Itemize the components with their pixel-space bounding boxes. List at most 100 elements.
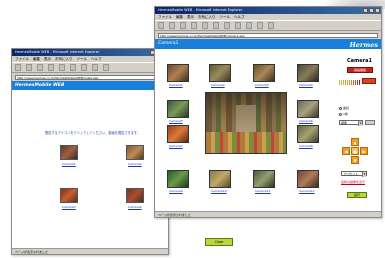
page-banner: HermesMobile WEB [12, 81, 168, 90]
back-icon[interactable] [158, 22, 164, 29]
camera-thumbnail[interactable] [167, 100, 189, 118]
menu-help[interactable]: ヘルプ [91, 56, 102, 62]
camera-link[interactable]: Camera12 [299, 189, 315, 193]
mail-icon[interactable] [246, 22, 252, 29]
maximize-button[interactable] [369, 8, 374, 13]
favorites-icon[interactable] [81, 64, 87, 71]
address-bar: http://www.hermes.co.jp/HermesMobileWEB/… [155, 31, 381, 39]
menu-file[interactable]: ファイル [158, 14, 172, 20]
radio-dot[interactable] [339, 106, 342, 110]
menu-favorites[interactable]: お気に入り [198, 14, 216, 20]
camera-link[interactable]: Camera4 [128, 205, 142, 209]
level-indicator [362, 78, 376, 84]
status-bar: ページが表示されました [12, 248, 168, 254]
address-input[interactable]: http://www.hermes.co.jp/HermesMobileWEB/… [15, 74, 165, 80]
camera-thumbnail[interactable] [253, 170, 275, 188]
forward-icon[interactable] [26, 64, 32, 71]
camera-thumbnail[interactable] [297, 170, 319, 188]
camera-thumbnail[interactable] [253, 64, 275, 82]
window-title: HermesMobile WEB - Microsoft Internet Ex… [158, 8, 243, 12]
radio-single[interactable]: 1枚 [339, 112, 348, 116]
close-page-button[interactable]: Close [205, 238, 233, 246]
camera-thumbnail[interactable] [209, 170, 231, 188]
stop-icon[interactable] [180, 22, 186, 29]
camera-link[interactable]: Camera3 [62, 205, 76, 209]
address-input[interactable]: http://www.hermes.co.jp/HermesMobileWEB/… [158, 32, 378, 38]
camera-thumbnail[interactable] [167, 170, 189, 188]
select-go-button[interactable] [365, 120, 375, 125]
history-icon[interactable] [235, 22, 241, 29]
camera-thumbnail[interactable] [126, 145, 144, 160]
camera-thumbnail[interactable] [60, 188, 78, 203]
chevron-down-icon[interactable]: ▾ [362, 172, 366, 177]
mode-select[interactable]: 標準 ▾ [339, 120, 363, 126]
history-icon[interactable] [92, 64, 98, 71]
camera-link[interactable]: Camera2 [211, 83, 225, 87]
close-button[interactable] [375, 8, 380, 13]
hermes-logo: Hermes [349, 41, 378, 49]
camera-link[interactable]: Camera7 [169, 144, 183, 148]
stop-icon[interactable] [37, 64, 43, 71]
minimize-button[interactable] [363, 8, 368, 13]
camera-link[interactable]: Camera5 [169, 119, 183, 123]
camera-thumbnail[interactable] [209, 64, 231, 82]
edit-icon[interactable] [268, 22, 274, 29]
camera-thumbnail[interactable] [60, 145, 78, 160]
browser-window-camera: HermesMobile WEB - Microsoft Internet Ex… [154, 6, 382, 218]
camera-thumbnail[interactable] [297, 64, 319, 82]
search-icon[interactable] [213, 22, 219, 29]
menu-tools[interactable]: ツール [220, 14, 231, 20]
camera-thumbnail[interactable] [126, 188, 144, 203]
favorites-icon[interactable] [224, 22, 230, 29]
pan-up-button[interactable]: ▲ [351, 138, 359, 146]
pan-down-button[interactable]: ▼ [351, 156, 359, 164]
mail-icon[interactable] [103, 64, 109, 71]
camera-link[interactable]: Camera1 [169, 83, 183, 87]
menu-tools[interactable]: ツール [77, 56, 88, 62]
address-bar: http://www.hermes.co.jp/HermesMobileWEB/… [12, 73, 168, 81]
execute-button[interactable]: 実行 [347, 192, 367, 198]
page-banner: Camera1 Hermes [155, 39, 381, 49]
panel-camera-title: Camera1 [347, 58, 372, 64]
camera-link[interactable]: Camera3 [255, 83, 269, 87]
camera-link[interactable]: Camera11 [255, 189, 271, 193]
preset-select[interactable]: プリセット ▾ [341, 171, 367, 177]
camera-link[interactable]: Camera8 [299, 144, 313, 148]
forward-icon[interactable] [169, 22, 175, 29]
pan-right-button[interactable]: ▶ [360, 147, 368, 155]
radio-dot[interactable] [339, 112, 342, 116]
camera-thumbnail[interactable] [297, 100, 319, 118]
record-button[interactable]: 録画開始 [347, 67, 373, 73]
chevron-down-icon[interactable]: ▾ [358, 121, 362, 126]
main-camera-view[interactable] [205, 92, 287, 154]
back-icon[interactable] [15, 64, 21, 71]
latest-image-link[interactable]: 最新の画像を表示 [341, 180, 365, 184]
menu-help[interactable]: ヘルプ [234, 14, 245, 20]
refresh-icon[interactable] [48, 64, 54, 71]
camera-link[interactable]: Camera2 [128, 162, 142, 166]
search-icon[interactable] [70, 64, 76, 71]
menu-view[interactable]: 表示 [44, 56, 51, 62]
produce-graphic [206, 132, 286, 153]
camera-thumbnail[interactable] [167, 125, 189, 143]
camera-thumbnail[interactable] [167, 64, 189, 82]
camera-link[interactable]: Camera10 [211, 189, 227, 193]
print-icon[interactable] [257, 22, 263, 29]
camera-link[interactable]: Camera9 [169, 189, 183, 193]
refresh-icon[interactable] [191, 22, 197, 29]
banner-title: Camera1 [158, 41, 179, 46]
menu-view[interactable]: 表示 [187, 14, 194, 20]
pan-left-button[interactable]: ◀ [342, 147, 350, 155]
radio-continuous[interactable]: 連続 [339, 106, 349, 110]
pan-home-button[interactable]: ● [351, 147, 359, 155]
home-icon[interactable] [202, 22, 208, 29]
camera-link[interactable]: Camera1 [62, 162, 76, 166]
menu-favorites[interactable]: お気に入り [55, 56, 73, 62]
camera-link[interactable]: Camera4 [299, 83, 313, 87]
home-icon[interactable] [59, 64, 65, 71]
menu-edit[interactable]: 編集 [33, 56, 40, 62]
menu-file[interactable]: ファイル [15, 56, 29, 62]
menu-edit[interactable]: 編集 [176, 14, 183, 20]
camera-thumbnail[interactable] [297, 125, 319, 143]
camera-link[interactable]: Camera6 [299, 119, 313, 123]
